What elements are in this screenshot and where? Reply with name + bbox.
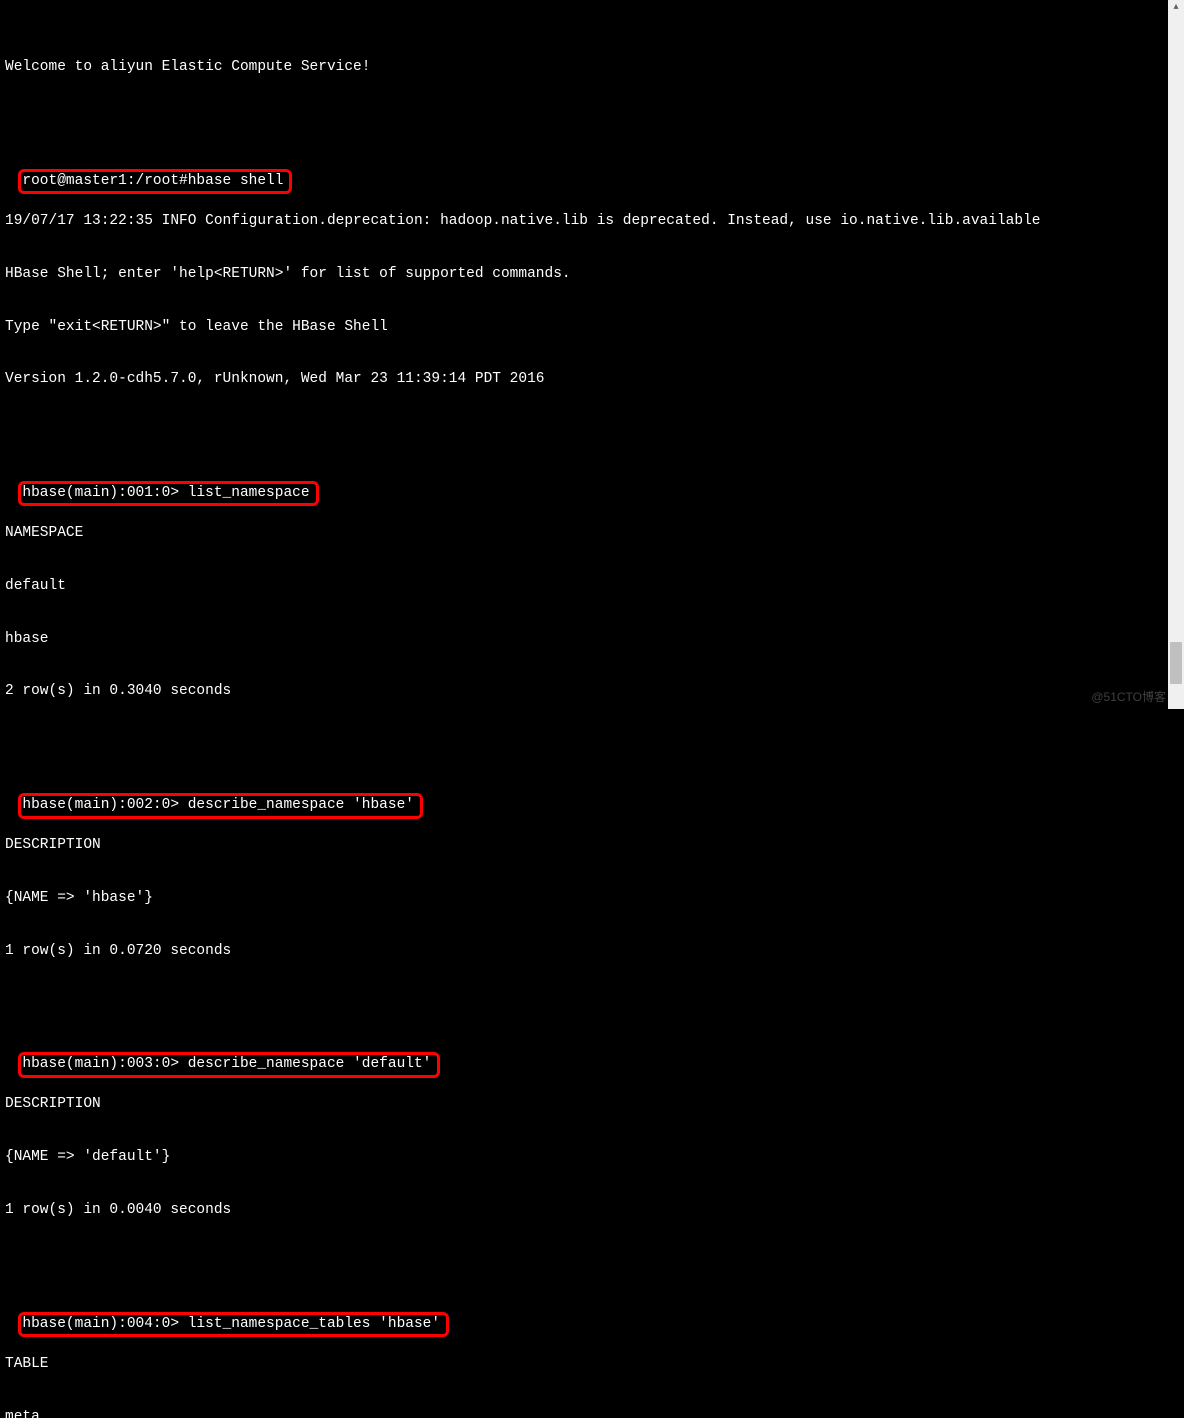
- blank-line: [5, 1255, 1163, 1273]
- terminal-window[interactable]: Welcome to aliyun Elastic Compute Servic…: [0, 0, 1168, 709]
- terminal-line: Welcome to aliyun Elastic Compute Servic…: [5, 59, 1163, 77]
- highlighted-command-3: hbase(main):002:0> describe_namespace 'h…: [18, 793, 423, 819]
- terminal-line: default: [5, 578, 1163, 596]
- blank-line: [5, 995, 1163, 1013]
- scroll-up-button[interactable]: ▴: [1168, 0, 1184, 16]
- blank-line: [5, 112, 1163, 130]
- terminal-line: 2 row(s) in 0.3040 seconds: [5, 683, 1163, 701]
- blank-line: [5, 736, 1163, 754]
- highlighted-command-1: root@master1:/root#hbase shell: [18, 169, 292, 195]
- blank-line: [5, 424, 1163, 442]
- terminal-line: 19/07/17 13:22:35 INFO Configuration.dep…: [5, 213, 1163, 231]
- terminal-line: Type "exit<RETURN>" to leave the HBase S…: [5, 319, 1163, 337]
- chevron-up-icon: ▴: [1173, 0, 1178, 17]
- terminal-line: 1 row(s) in 0.0720 seconds: [5, 943, 1163, 961]
- scrollbar-track[interactable]: ▴: [1168, 0, 1184, 709]
- terminal-line: Version 1.2.0-cdh5.7.0, rUnknown, Wed Ma…: [5, 371, 1163, 389]
- terminal-line: DESCRIPTION: [5, 837, 1163, 855]
- highlighted-command-5: hbase(main):004:0> list_namespace_tables…: [18, 1312, 449, 1338]
- scrollbar-thumb[interactable]: [1170, 642, 1182, 684]
- terminal-line: TABLE: [5, 1356, 1163, 1374]
- highlighted-command-2: hbase(main):001:0> list_namespace: [18, 481, 318, 507]
- watermark: @51CTO博客: [1091, 689, 1166, 707]
- terminal-line: {NAME => 'default'}: [5, 1149, 1163, 1167]
- terminal-line: HBase Shell; enter 'help<RETURN>' for li…: [5, 266, 1163, 284]
- terminal-line: DESCRIPTION: [5, 1096, 1163, 1114]
- terminal-line: meta: [5, 1409, 1163, 1418]
- terminal-line: NAMESPACE: [5, 525, 1163, 543]
- highlighted-command-4: hbase(main):003:0> describe_namespace 'd…: [18, 1052, 440, 1078]
- terminal-line: 1 row(s) in 0.0040 seconds: [5, 1202, 1163, 1220]
- terminal-line: {NAME => 'hbase'}: [5, 890, 1163, 908]
- terminal-line: hbase: [5, 631, 1163, 649]
